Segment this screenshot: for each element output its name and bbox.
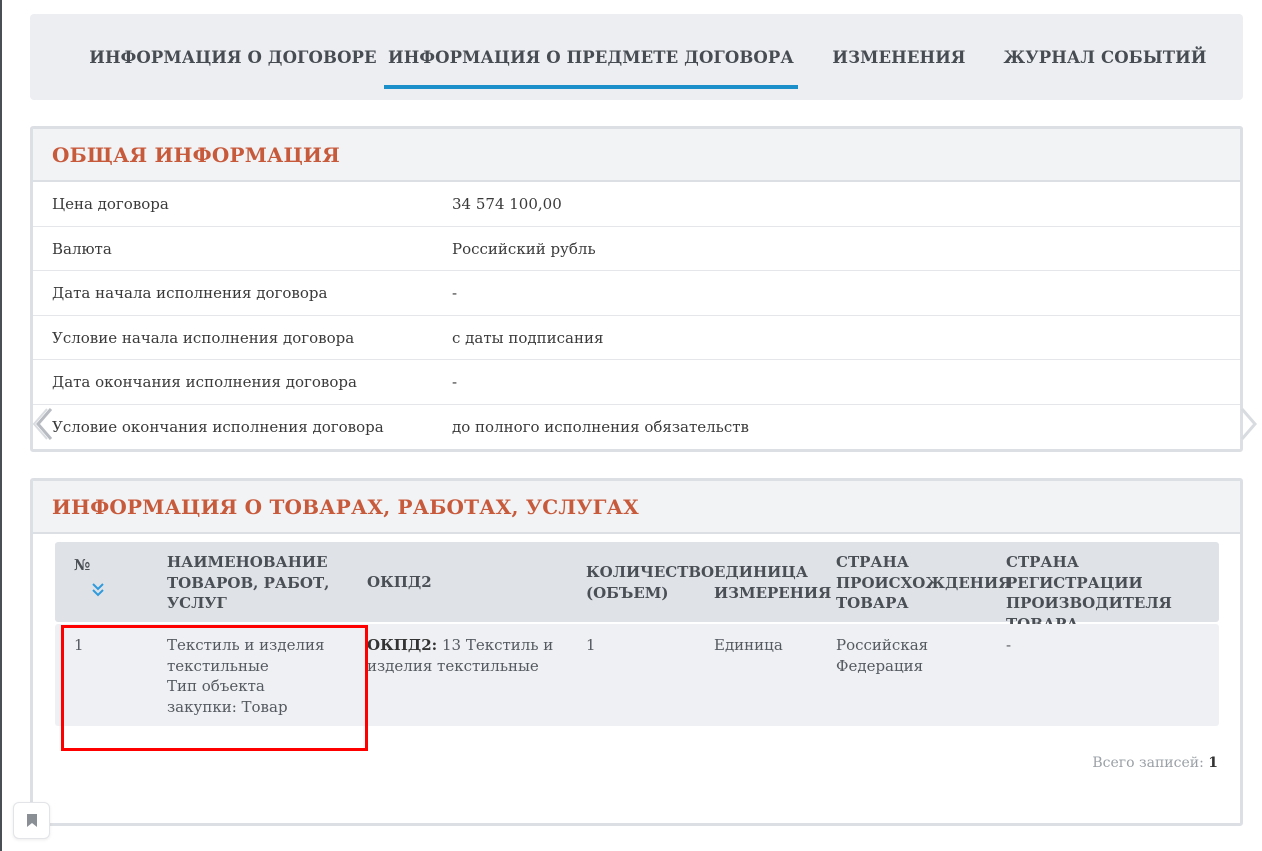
window-edge — [0, 0, 2, 851]
info-value: 34 574 100,00 — [452, 195, 562, 213]
info-row-start-date: Дата начала исполнения договора - — [33, 271, 1240, 316]
chevron-down-double-icon[interactable] — [91, 582, 105, 598]
col-unit-line: ИЗМЕРЕНИЯ — [714, 583, 832, 602]
chevron-left-icon[interactable] — [33, 406, 55, 442]
col-num: № — [74, 556, 91, 574]
cell-origin-line: Федерация — [836, 656, 924, 675]
info-row-end-condition: Условие окончания исполнения договора до… — [33, 405, 1240, 450]
col-unit-line: ЕДИНИЦА — [714, 563, 808, 581]
tab-contract-subject[interactable]: ИНФОРМАЦИЯ О ПРЕДМЕТЕ ДОГОВОРА — [384, 14, 798, 100]
info-label: Валюта — [52, 239, 112, 258]
chevron-right-icon[interactable] — [1238, 406, 1260, 442]
col-qty-line: (ОБЪЕМ) — [586, 583, 669, 602]
info-value: - — [452, 284, 458, 302]
info-label: Цена договора — [52, 195, 169, 213]
cell-qty: 1 — [586, 636, 596, 654]
info-value: до полного исполнения обязательств — [452, 417, 749, 436]
total-value: 1 — [1208, 755, 1218, 771]
col-unit: ЕДИНИЦА ИЗМЕРЕНИЯ — [714, 562, 831, 603]
info-label: Условие окончания исполнения договора — [52, 417, 384, 436]
col-reg-line: ПРОИЗВОДИТЕЛЯ — [1006, 594, 1172, 612]
info-label: Условие начала исполнения договора — [52, 328, 355, 347]
cell-name: Текстиль и изделия текстильные Тип объек… — [167, 635, 324, 717]
col-name-line: УСЛУГ — [167, 594, 227, 612]
cell-name-line: текстильные — [167, 656, 269, 675]
tab-event-log[interactable]: ЖУРНАЛ СОБЫТИЙ — [1003, 14, 1206, 100]
col-origin-line: СТРАНА — [836, 553, 909, 571]
info-value: - — [452, 373, 458, 391]
bookmark-button[interactable] — [13, 802, 50, 839]
col-reg: СТРАНА РЕГИСТРАЦИИ ПРОИЗВОДИТЕЛЯ ТОВАРА — [1006, 552, 1219, 634]
total-records: Всего записей: 1 — [1092, 755, 1218, 771]
table-row[interactable]: 1 Текстиль и изделия текстильные Тип объ… — [55, 624, 1219, 726]
products-panel: ИНФОРМАЦИЯ О ТОВАРАХ, РАБОТАХ, УСЛУГАХ №… — [30, 478, 1243, 826]
cell-reg: - — [1006, 636, 1012, 654]
cell-name-line: закупки: Товар — [167, 697, 288, 716]
info-row-currency: Валюта Российский рубль — [33, 227, 1240, 271]
cell-name-line: Текстиль и изделия — [167, 636, 325, 654]
col-qty: КОЛИЧЕСТВО (ОБЪЕМ) — [586, 562, 714, 603]
info-row-end-date: Дата окончания исполнения договора - — [33, 360, 1240, 405]
col-qty-line: КОЛИЧЕСТВО — [586, 563, 715, 581]
info-label: Дата начала исполнения договора — [52, 284, 328, 302]
info-row-price: Цена договора 34 574 100,00 — [33, 182, 1240, 227]
cell-origin: Российская Федерация — [836, 635, 928, 676]
okpd-value: 13 Текстиль и — [441, 636, 554, 654]
okpd-value-line: изделия текстильные — [367, 656, 539, 675]
info-row-start-condition: Условие начала исполнения договора с дат… — [33, 316, 1240, 360]
total-label: Всего записей: — [1092, 755, 1204, 771]
cell-origin-line: Российская — [836, 636, 929, 654]
col-name-line: НАИМЕНОВАНИЕ — [167, 553, 328, 571]
info-label: Дата окончания исполнения договора — [52, 373, 357, 391]
okpd-label: ОКПД2: — [367, 636, 438, 654]
bookmark-icon — [26, 814, 37, 827]
products-title: ИНФОРМАЦИЯ О ТОВАРАХ, РАБОТАХ, УСЛУГАХ — [33, 481, 1240, 534]
general-info-title: ОБЩАЯ ИНФОРМАЦИЯ — [33, 129, 1240, 182]
cell-okpd: ОКПД2: 13 Текстиль и изделия текстильные — [367, 635, 553, 676]
table-header: № НАИМЕНОВАНИЕ ТОВАРОВ, РАБОТ, УСЛУГ ОКП… — [55, 542, 1219, 633]
col-reg-line: СТРАНА РЕГИСТРАЦИИ — [1006, 553, 1143, 592]
col-origin-line: ТОВАРА — [836, 594, 909, 612]
cell-name-line: Тип объекта — [167, 677, 265, 695]
cell-num: 1 — [74, 636, 84, 654]
col-okpd: ОКПД2 — [367, 573, 432, 591]
col-name: НАИМЕНОВАНИЕ ТОВАРОВ, РАБОТ, УСЛУГ — [167, 552, 329, 614]
tab-changes[interactable]: ИЗМЕНЕНИЯ — [832, 14, 966, 100]
general-info-panel: ОБЩАЯ ИНФОРМАЦИЯ Цена договора 34 574 10… — [30, 126, 1243, 452]
info-value: с даты подписания — [452, 328, 604, 347]
col-origin: СТРАНА ПРОИСХОЖДЕНИЯ ТОВАРА — [836, 552, 1011, 614]
tab-contract-info[interactable]: ИНФОРМАЦИЯ О ДОГОВОРЕ — [78, 14, 388, 100]
tab-bar: ИНФОРМАЦИЯ О ДОГОВОРЕ ИНФОРМАЦИЯ О ПРЕДМ… — [30, 14, 1243, 100]
col-name-line: ТОВАРОВ, РАБОТ, — [167, 573, 330, 592]
cell-unit: Единица — [714, 636, 783, 654]
info-value: Российский рубль — [452, 239, 596, 258]
col-origin-line: ПРОИСХОЖДЕНИЯ — [836, 573, 1012, 592]
